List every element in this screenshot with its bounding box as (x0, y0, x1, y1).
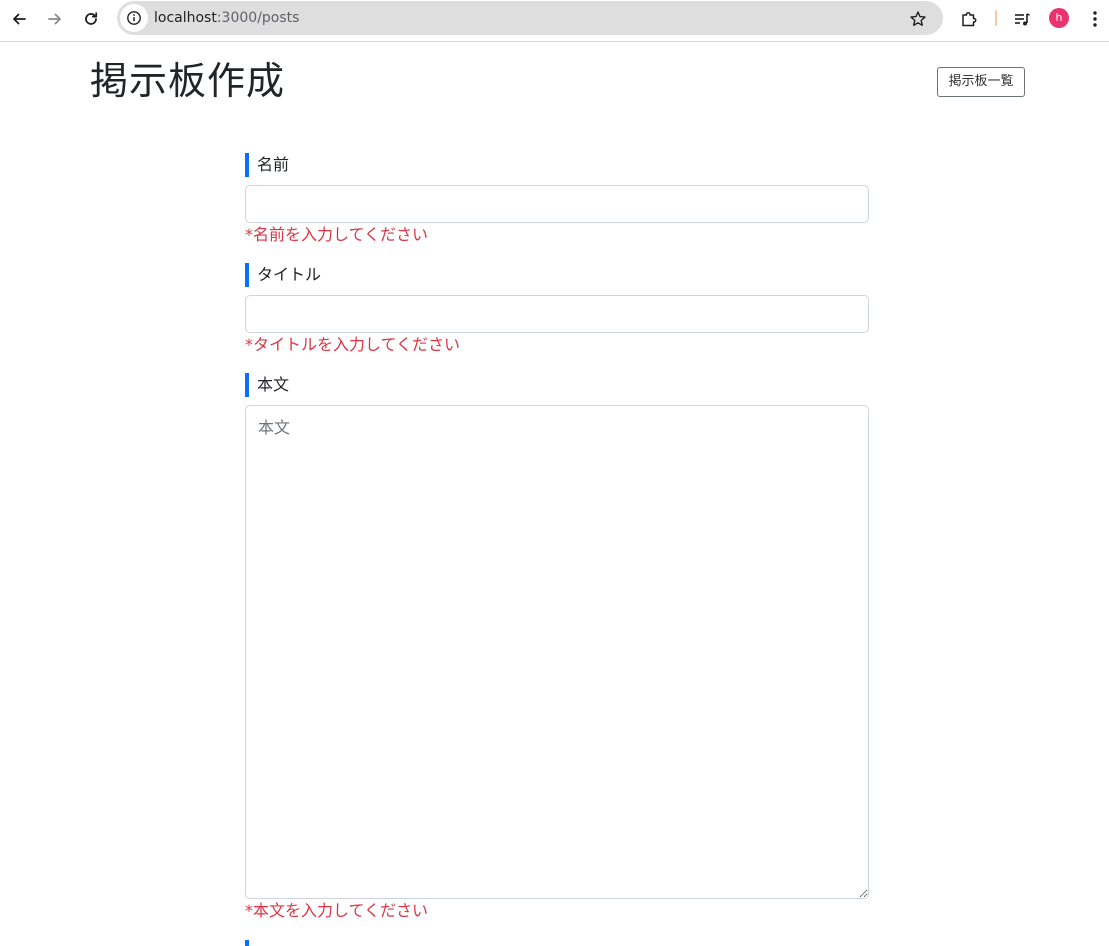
name-error: *名前を入力してください (245, 225, 429, 244)
playlist-music-icon (1015, 13, 1030, 26)
forward-button[interactable] (42, 6, 68, 32)
name-input[interactable] (245, 185, 869, 223)
board-list-button[interactable]: 掲示板一覧 (937, 67, 1025, 97)
url-host: localhost (154, 10, 217, 26)
bookmark-button[interactable] (906, 7, 930, 31)
body-label: 本文 (245, 373, 289, 397)
toolbar-divider (995, 10, 997, 26)
arrow-right-icon (48, 13, 61, 25)
puzzle-icon (962, 12, 977, 27)
page-title: 掲示板作成 (90, 59, 286, 103)
kebab-menu-icon (1093, 11, 1097, 27)
title-input[interactable] (245, 295, 869, 333)
title-label: タイトル (245, 263, 321, 287)
reload-icon (85, 12, 98, 25)
body-error: *本文を入力してください (245, 901, 429, 920)
site-info-button[interactable] (120, 4, 148, 32)
extensions-button[interactable] (956, 6, 982, 32)
title-error: *タイトルを入力してください (245, 335, 461, 354)
browser-toolbar: localhost:3000/posts h (0, 0, 1109, 42)
star-icon (910, 11, 926, 26)
next-field-label-partial (245, 940, 257, 946)
body-textarea[interactable] (245, 405, 869, 899)
arrow-left-icon (13, 13, 26, 25)
profile-avatar[interactable]: h (1049, 8, 1069, 28)
browser-menu-button[interactable] (1082, 6, 1108, 32)
info-icon (127, 11, 141, 25)
back-button[interactable] (6, 6, 32, 32)
url-path: :3000/posts (216, 10, 300, 26)
url-text[interactable]: localhost:3000/posts (154, 9, 299, 27)
address-bar[interactable]: localhost:3000/posts (117, 1, 943, 35)
media-controls-button[interactable] (1009, 6, 1035, 32)
reload-button[interactable] (78, 6, 104, 32)
name-label: 名前 (245, 153, 289, 177)
